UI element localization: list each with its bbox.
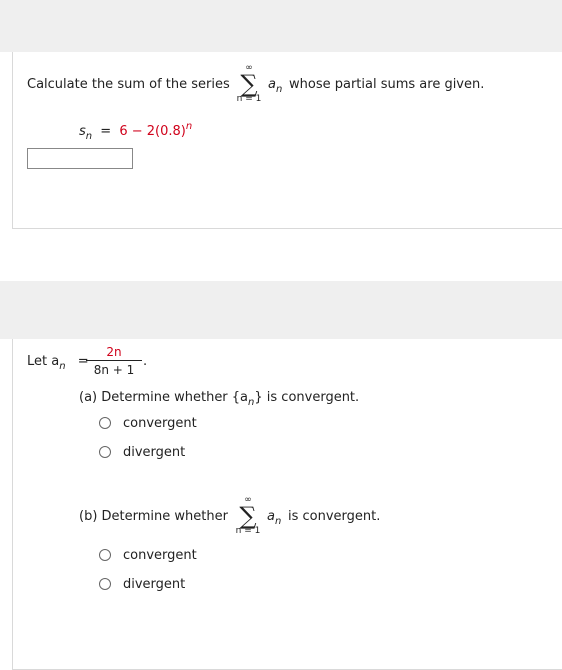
q2-part-b-suffix: is convergent. <box>288 509 381 524</box>
q2-sigma-symbol: ∑ <box>239 502 257 530</box>
q1-sn-expr: 6 − 2(0.8) <box>119 124 186 139</box>
radio-button[interactable] <box>99 446 111 458</box>
q2-part-a-prefix: (a) Determine whether {a <box>79 390 249 405</box>
q1-partial-sum: sn = 6 − 2(0.8)n <box>79 121 193 142</box>
q1-sigma-symbol: ∑ <box>240 70 258 98</box>
top-band <box>0 0 562 52</box>
q1-prompt-before: Calculate the sum of the series <box>27 77 230 92</box>
radio-button[interactable] <box>99 578 111 590</box>
q2-part-a-sub: n <box>248 397 255 408</box>
q2-frac-end: . <box>143 354 148 369</box>
q1-sn-eq: = <box>100 124 112 139</box>
q1-term-sub: n <box>275 84 283 95</box>
q2-a-option-convergent[interactable]: convergent <box>99 415 197 431</box>
q2-frac-num: 2n <box>86 345 142 361</box>
radio-button[interactable] <box>99 417 111 429</box>
q2-a-option-divergent[interactable]: divergent <box>99 444 185 460</box>
question-2-panel <box>12 339 562 670</box>
q2-part-a-prompt: (a) Determine whether {an} is convergent… <box>79 390 360 408</box>
q2-b-option-divergent[interactable]: divergent <box>99 576 185 592</box>
q2-let: Let an = <box>27 354 89 372</box>
radio-button[interactable] <box>99 549 111 561</box>
q2-let-label: Let a <box>27 354 60 369</box>
q1-term: an <box>268 77 283 95</box>
q2-b-option-label: divergent <box>123 576 186 592</box>
q1-sn-exp: n <box>185 121 193 132</box>
q2-a-option-label: convergent <box>123 415 197 431</box>
q2-b-option-convergent[interactable]: convergent <box>99 547 197 563</box>
q2-part-b-prefix: (b) Determine whether <box>79 509 228 524</box>
q1-term-var: a <box>268 77 276 92</box>
q1-summation: ∞ ∑ n = 1 <box>236 64 262 104</box>
q2-summation: ∞ ∑ n = 1 <box>235 496 261 536</box>
q2-term: an <box>267 509 282 527</box>
q2-let-sub: n <box>59 361 66 372</box>
q2-sigma-lower: n = 1 <box>235 526 261 536</box>
q1-sn-var: s <box>79 124 86 139</box>
q1-prompt-after: whose partial sums are given. <box>289 77 485 92</box>
q2-b-option-label: convergent <box>123 547 197 563</box>
q2-term-sub: n <box>274 516 282 527</box>
q2-part-a-suffix: } is convergent. <box>254 390 360 405</box>
q2-term-var: a <box>267 509 275 524</box>
q2-fraction: 2n 8n + 1 <box>86 345 142 377</box>
q2-a-option-label: divergent <box>123 444 186 460</box>
q1-sigma-lower: n = 1 <box>236 94 262 104</box>
middle-band <box>0 281 562 339</box>
q1-answer-input[interactable] <box>27 148 133 169</box>
q1-sn-sub: n <box>85 131 93 142</box>
q2-frac-den: 8n + 1 <box>93 363 135 377</box>
